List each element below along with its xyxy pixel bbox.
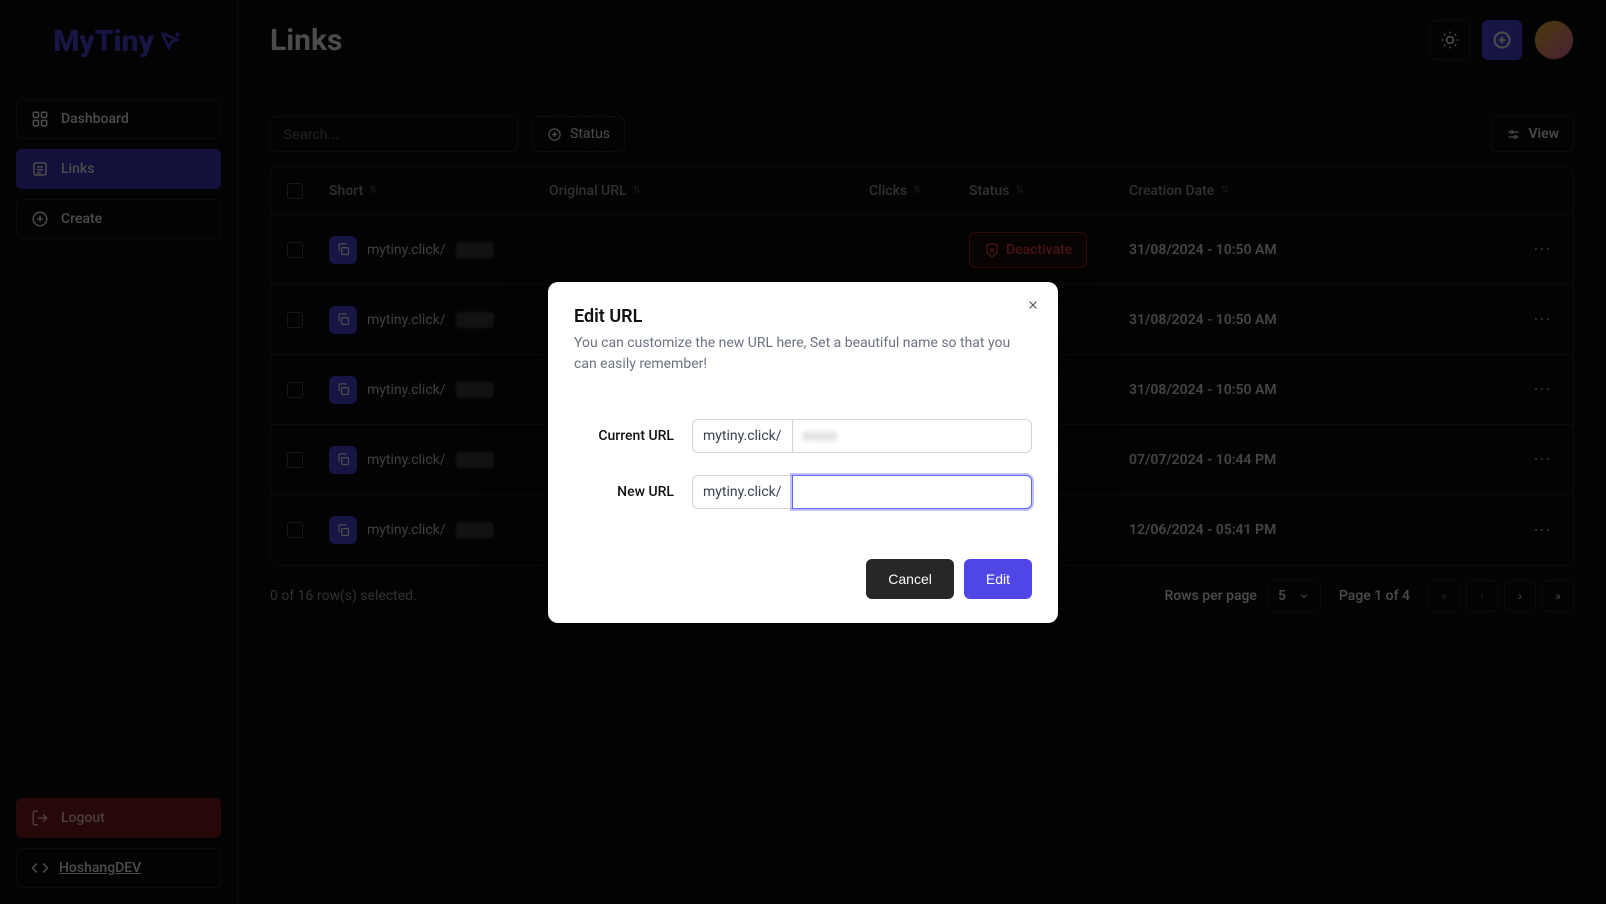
url-prefix: mytiny.click/ xyxy=(692,419,792,453)
new-url-field[interactable] xyxy=(792,475,1032,509)
modal-actions: Cancel Edit xyxy=(574,559,1032,599)
close-icon xyxy=(1026,298,1040,312)
current-url-field[interactable]: xxxxx xyxy=(792,419,1032,453)
current-url-row: Current URL mytiny.click/ xxxxx xyxy=(574,419,1032,453)
url-prefix: mytiny.click/ xyxy=(692,475,792,509)
new-url-row: New URL mytiny.click/ xyxy=(574,475,1032,509)
new-url-input-group: mytiny.click/ xyxy=(692,475,1032,509)
edit-url-modal: Edit URL You can customize the new URL h… xyxy=(548,282,1058,623)
modal-description: You can customize the new URL here, Set … xyxy=(574,333,1032,375)
modal-title: Edit URL xyxy=(574,306,1032,327)
current-url-input-group: mytiny.click/ xxxxx xyxy=(692,419,1032,453)
new-url-label: New URL xyxy=(574,484,674,500)
edit-button[interactable]: Edit xyxy=(964,559,1032,599)
modal-close-button[interactable] xyxy=(1022,294,1044,316)
cancel-button[interactable]: Cancel xyxy=(866,559,954,599)
modal-overlay[interactable]: Edit URL You can customize the new URL h… xyxy=(0,0,1606,904)
current-url-label: Current URL xyxy=(574,428,674,444)
